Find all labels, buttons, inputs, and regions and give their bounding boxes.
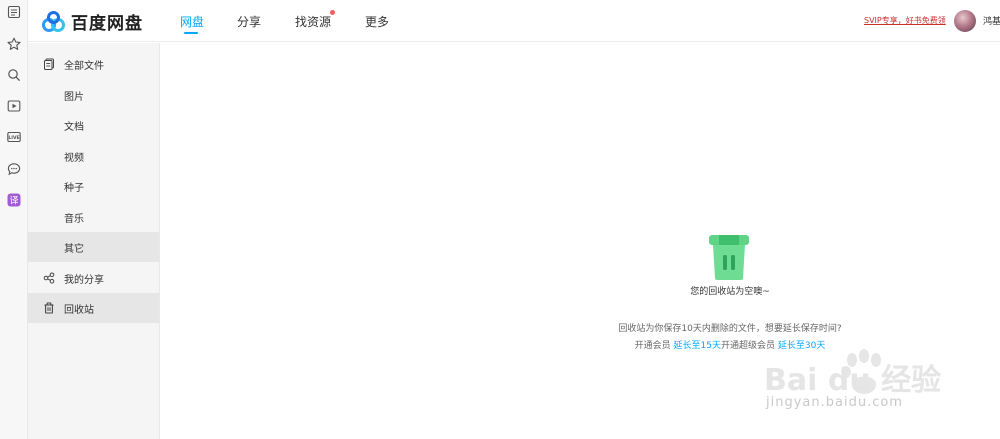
left-icon-rail: LIVE 译: [0, 0, 28, 439]
empty-state-title: 您的回收站为空噢~: [690, 287, 770, 297]
sidebar-item-music[interactable]: 音乐: [28, 202, 159, 232]
sidebar: 全部文件 图片 文档 视频 种子 音乐 其它 我的分享 回收站: [28, 43, 160, 439]
translate-icon-glyph: 译: [9, 196, 18, 207]
sidebar-item-label: 图片: [64, 92, 84, 103]
sidebar-item-recycle-bin[interactable]: 回收站: [28, 293, 159, 323]
star-icon[interactable]: [6, 36, 22, 52]
live-icon-label: LIVE: [8, 135, 19, 141]
top-header: 百度网盘 网盘 分享 找资源 更多 SVIP专享，好书免费领 鸿基: [28, 0, 1000, 42]
sidebar-item-my-shares[interactable]: 我的分享: [28, 263, 159, 293]
app-logo[interactable]: 百度网盘: [41, 9, 143, 34]
sidebar-item-torrents[interactable]: 种子: [28, 171, 159, 201]
sidebar-item-label: 回收站: [64, 305, 94, 316]
baidu-netdisk-logo-icon: [42, 10, 65, 32]
live-icon[interactable]: LIVE: [6, 129, 22, 145]
sidebar-item-documents[interactable]: 文档: [28, 110, 159, 140]
watermark-brand: Bai du 经验: [764, 363, 941, 398]
tab-share[interactable]: 分享: [237, 13, 261, 30]
extend-15-days-link[interactable]: 延长至15天: [674, 341, 721, 351]
empty-recycle-bin-icon: [709, 235, 749, 280]
tab-netdisk[interactable]: 网盘: [180, 13, 204, 30]
video-icon[interactable]: [6, 98, 22, 114]
share-icon: [43, 272, 55, 284]
files-icon: [43, 58, 55, 70]
sidebar-item-label: 文档: [64, 122, 84, 133]
app-logo-text: 百度网盘: [71, 14, 143, 34]
upgrade-hint-prefix: 开通会员: [634, 341, 671, 351]
list-icon[interactable]: [6, 4, 22, 20]
sidebar-item-all-files[interactable]: 全部文件: [28, 49, 159, 79]
watermark-url: jingyan.baidu.com: [766, 395, 903, 410]
chat-icon[interactable]: [6, 161, 22, 177]
baidu-jingyan-watermark: Bai du 经验: [764, 349, 941, 398]
active-tab-indicator: [184, 32, 198, 34]
tab-more[interactable]: 更多: [365, 13, 389, 30]
avatar[interactable]: [954, 10, 976, 32]
new-badge-dot: [330, 10, 335, 15]
retention-hint: 回收站为你保存10天内删除的文件，想要延长保存时间?: [618, 324, 842, 334]
sidebar-item-label: 种子: [64, 183, 84, 194]
sidebar-item-label: 音乐: [64, 214, 84, 225]
sidebar-item-label: 我的分享: [64, 275, 104, 286]
sidebar-item-videos[interactable]: 视频: [28, 141, 159, 171]
sidebar-item-label: 全部文件: [64, 61, 104, 72]
search-icon[interactable]: [6, 67, 22, 83]
sidebar-item-label: 视频: [64, 153, 84, 164]
trash-icon: [43, 302, 55, 314]
tab-find-resources[interactable]: 找资源: [295, 13, 331, 30]
sidebar-item-images[interactable]: 图片: [28, 80, 159, 110]
sidebar-item-other[interactable]: 其它: [28, 232, 159, 262]
sidebar-item-label: 其它: [64, 244, 84, 255]
translate-icon[interactable]: 译: [6, 192, 22, 208]
username[interactable]: 鸿基: [983, 14, 1000, 27]
svip-promo-link[interactable]: SVIP专享，好书免费领: [864, 15, 946, 26]
